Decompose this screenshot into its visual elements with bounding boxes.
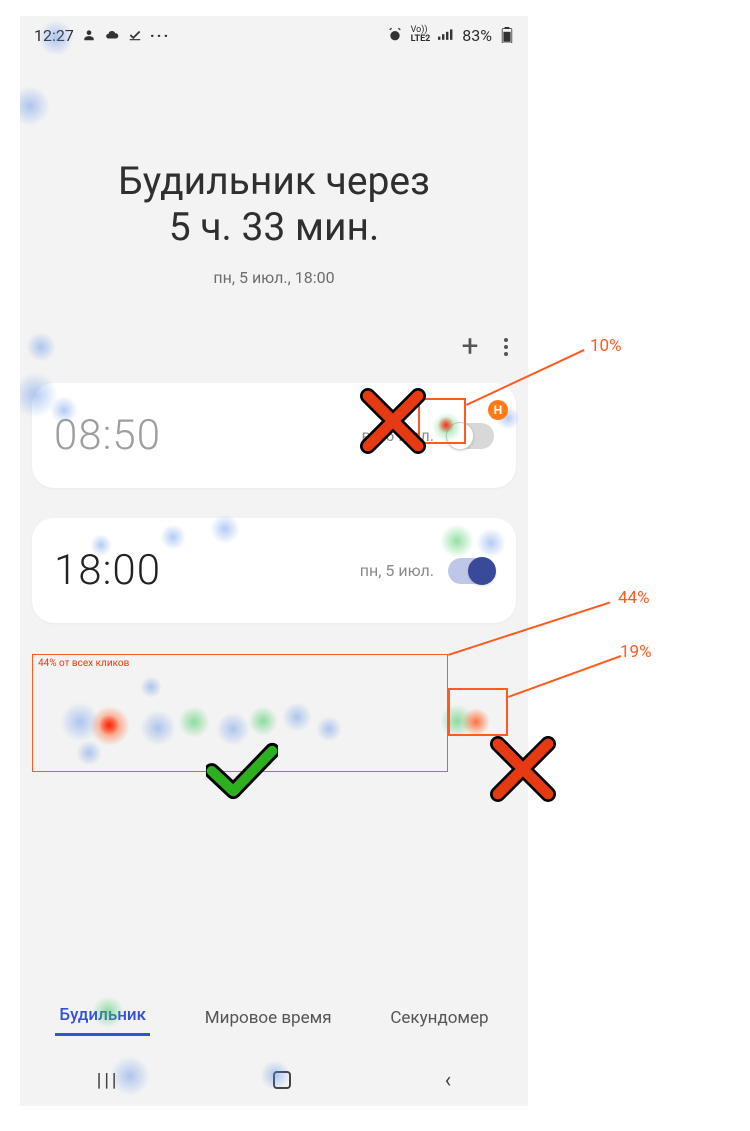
phone-screen: 12:27 ··· Vo))LTE2 83% Будильник через 5… <box>20 16 528 1106</box>
heat-dot <box>98 714 120 736</box>
annotation-check <box>206 742 278 804</box>
heat-dot <box>140 710 176 746</box>
plus-icon: + <box>461 332 478 362</box>
alarm-date: пн, 5 июл. <box>360 561 434 580</box>
heat-dot <box>140 676 162 698</box>
annotation-cross-add <box>360 388 426 454</box>
tab-alarm[interactable]: Будильник <box>55 997 150 1036</box>
status-icon-person <box>82 28 96 42</box>
bottom-tabs: Будильник Мировое время Секундомер <box>20 997 528 1046</box>
cloud-icon <box>104 28 120 42</box>
signal-icon <box>438 28 454 42</box>
alarm-toolbar: + <box>20 307 528 373</box>
heat-dot <box>248 706 278 736</box>
nav-back-button[interactable]: ‹ <box>445 1068 452 1093</box>
status-battery-text: 83% <box>462 26 492 45</box>
heat-dot <box>76 740 102 766</box>
alarm-icon <box>387 27 403 43</box>
nav-recents-button[interactable]: ||| <box>97 1070 120 1091</box>
alarm-time: 18:00 <box>54 546 161 595</box>
alarm-time: 08:50 <box>54 411 161 460</box>
alarm-card-1[interactable]: 18:00 пн, 5 июл. <box>32 518 516 623</box>
annotation-label-44: 44% <box>618 588 650 608</box>
heat-dot <box>178 706 210 738</box>
status-more-icon: ··· <box>150 26 170 45</box>
annotation-cross-toggle <box>490 736 556 802</box>
status-network-label: Vo))LTE2 <box>411 26 431 44</box>
check-icon <box>128 28 142 42</box>
annotation-label-10: 10% <box>590 336 622 356</box>
alarm-card-0[interactable]: 08:50 вт, 6 июл. <box>32 383 516 488</box>
system-nav-bar: ||| ‹ <box>20 1054 528 1106</box>
alarm-toggle-0[interactable] <box>448 423 494 449</box>
tab-worldclock[interactable]: Мировое время <box>201 1000 336 1036</box>
alarm-header: Будильник через 5 ч. 33 мин. пн, 5 июл.,… <box>20 50 528 307</box>
heat-dot <box>282 702 312 732</box>
header-subtitle: пн, 5 июл., 18:00 <box>40 268 508 287</box>
annotation-label-19: 19% <box>620 642 652 662</box>
add-alarm-button[interactable]: + <box>456 333 484 361</box>
battery-icon <box>500 27 514 43</box>
alarm-toggle-1[interactable] <box>448 558 494 584</box>
status-bar: 12:27 ··· Vo))LTE2 83% <box>20 16 528 50</box>
nav-home-button[interactable] <box>273 1071 291 1089</box>
heat-dot <box>216 712 250 746</box>
heat-dot <box>316 716 342 742</box>
heat-dot <box>90 706 130 746</box>
tab-stopwatch[interactable]: Секундомер <box>386 1000 492 1036</box>
header-line2: 5 ч. 33 мин. <box>40 204 508 250</box>
header-line1: Будильник через <box>40 158 508 204</box>
status-time: 12:27 <box>34 26 74 45</box>
heat-dot <box>440 704 474 738</box>
more-options-button[interactable] <box>498 333 514 361</box>
heat-dot <box>60 702 100 742</box>
heat-dot <box>462 708 490 736</box>
